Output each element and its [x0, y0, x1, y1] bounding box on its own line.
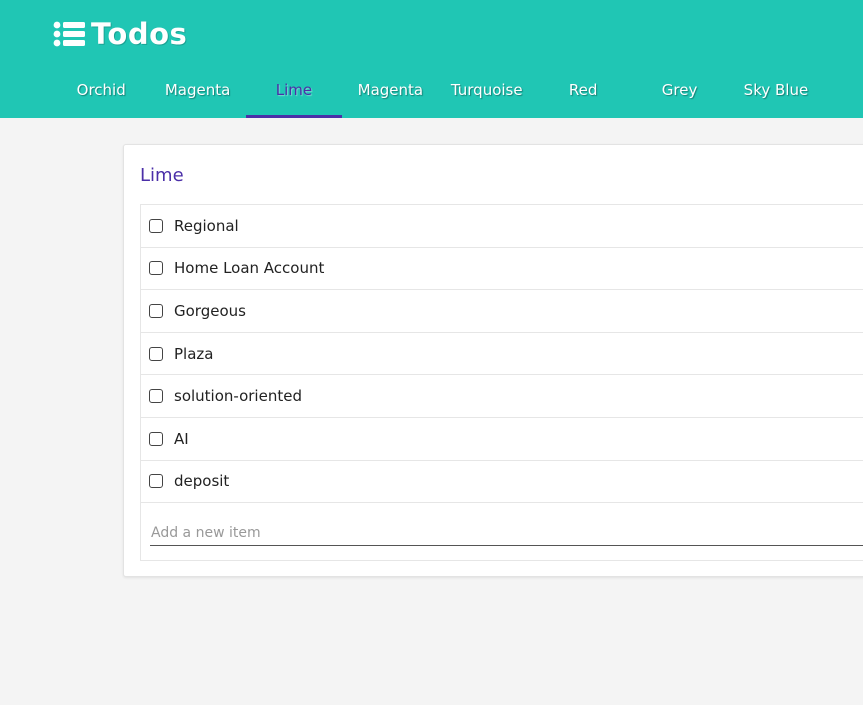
- tab-orchid[interactable]: Orchid: [53, 62, 149, 118]
- tab-grey[interactable]: Grey: [631, 62, 727, 118]
- add-item-row: [141, 503, 863, 562]
- tab-red[interactable]: Red: [535, 62, 631, 118]
- tab-overflow[interactable]: Or: [824, 62, 863, 118]
- item-label: deposit: [174, 472, 230, 491]
- app-bar: Todos Orchid Magenta Lime Magenta Turquo…: [0, 0, 863, 118]
- item-label: Home Loan Account: [174, 259, 325, 278]
- tab-label: Orchid: [76, 81, 126, 99]
- tab-label: Turquoise: [450, 81, 523, 99]
- item-label: solution-oriented: [174, 387, 302, 406]
- list-title: Lime: [140, 165, 184, 186]
- tab-label: Magenta: [357, 81, 424, 99]
- tab-label: Grey: [661, 81, 698, 99]
- list-item: Plaza: [141, 333, 863, 376]
- item-checkbox[interactable]: [149, 389, 163, 404]
- list-item: deposit: [141, 461, 863, 504]
- tab-magenta-2[interactable]: Magenta: [342, 62, 438, 118]
- item-label: Gorgeous: [174, 301, 246, 320]
- tab-label: Lime: [275, 81, 313, 99]
- list-item: Home Loan Account: [141, 248, 863, 291]
- tab-magenta[interactable]: Magenta: [149, 62, 245, 118]
- item-checkbox[interactable]: [149, 431, 163, 446]
- tab-sky-blue[interactable]: Sky Blue: [728, 62, 824, 118]
- list-item: Gorgeous: [141, 290, 863, 333]
- list-tabs: Orchid Magenta Lime Magenta Turquoise Re…: [53, 62, 863, 118]
- item-label: Regional: [174, 216, 239, 235]
- tab-turquoise[interactable]: Turquoise: [439, 62, 535, 118]
- item-checkbox[interactable]: [149, 303, 163, 318]
- list-item: AI: [141, 418, 863, 461]
- new-item-input[interactable]: [150, 520, 863, 547]
- tab-label: Red: [568, 81, 598, 99]
- tab-lime[interactable]: Lime: [245, 62, 343, 118]
- item-checkbox[interactable]: [149, 474, 163, 489]
- app-title: Todos: [91, 17, 188, 51]
- list-item: solution-oriented: [141, 375, 863, 418]
- item-checkbox[interactable]: [149, 346, 163, 361]
- item-checkbox[interactable]: [149, 218, 163, 233]
- list-item: Regional: [141, 205, 863, 248]
- tab-label: Sky Blue: [743, 81, 809, 99]
- item-label: Plaza: [174, 344, 214, 363]
- todo-list-card: Lime Regional Home Loan Account Gorgeous…: [123, 144, 863, 577]
- item-checkbox[interactable]: [149, 261, 163, 276]
- item-label: AI: [174, 429, 189, 448]
- app-brand: Todos: [53, 14, 187, 54]
- list-icon: [53, 21, 85, 47]
- tab-label: Magenta: [164, 81, 231, 99]
- todo-list: Regional Home Loan Account Gorgeous Plaz…: [140, 204, 863, 562]
